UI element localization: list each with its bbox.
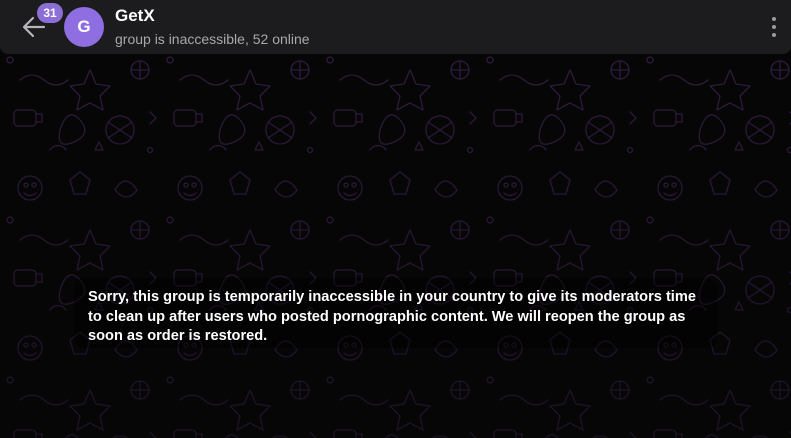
chat-window: 31 G GetX group is inaccessible, 52 onli… — [0, 0, 791, 438]
chat-header: 31 G GetX group is inaccessible, 52 onli… — [0, 0, 791, 54]
notice-text: Sorry, this group is temporarily inacces… — [88, 289, 696, 344]
more-vertical-icon — [772, 17, 776, 21]
more-vertical-icon-dot — [772, 33, 776, 37]
chat-title[interactable]: GetX — [115, 6, 155, 26]
chat-background-pattern — [0, 0, 791, 438]
more-vertical-icon-dot — [772, 25, 776, 29]
chat-status: group is inaccessible, 52 online — [115, 31, 310, 47]
inaccessible-notice: Sorry, this group is temporarily inacces… — [74, 278, 717, 348]
more-menu-button[interactable] — [764, 14, 784, 40]
unread-count-badge: 31 — [37, 3, 63, 23]
avatar[interactable]: G — [64, 7, 104, 47]
